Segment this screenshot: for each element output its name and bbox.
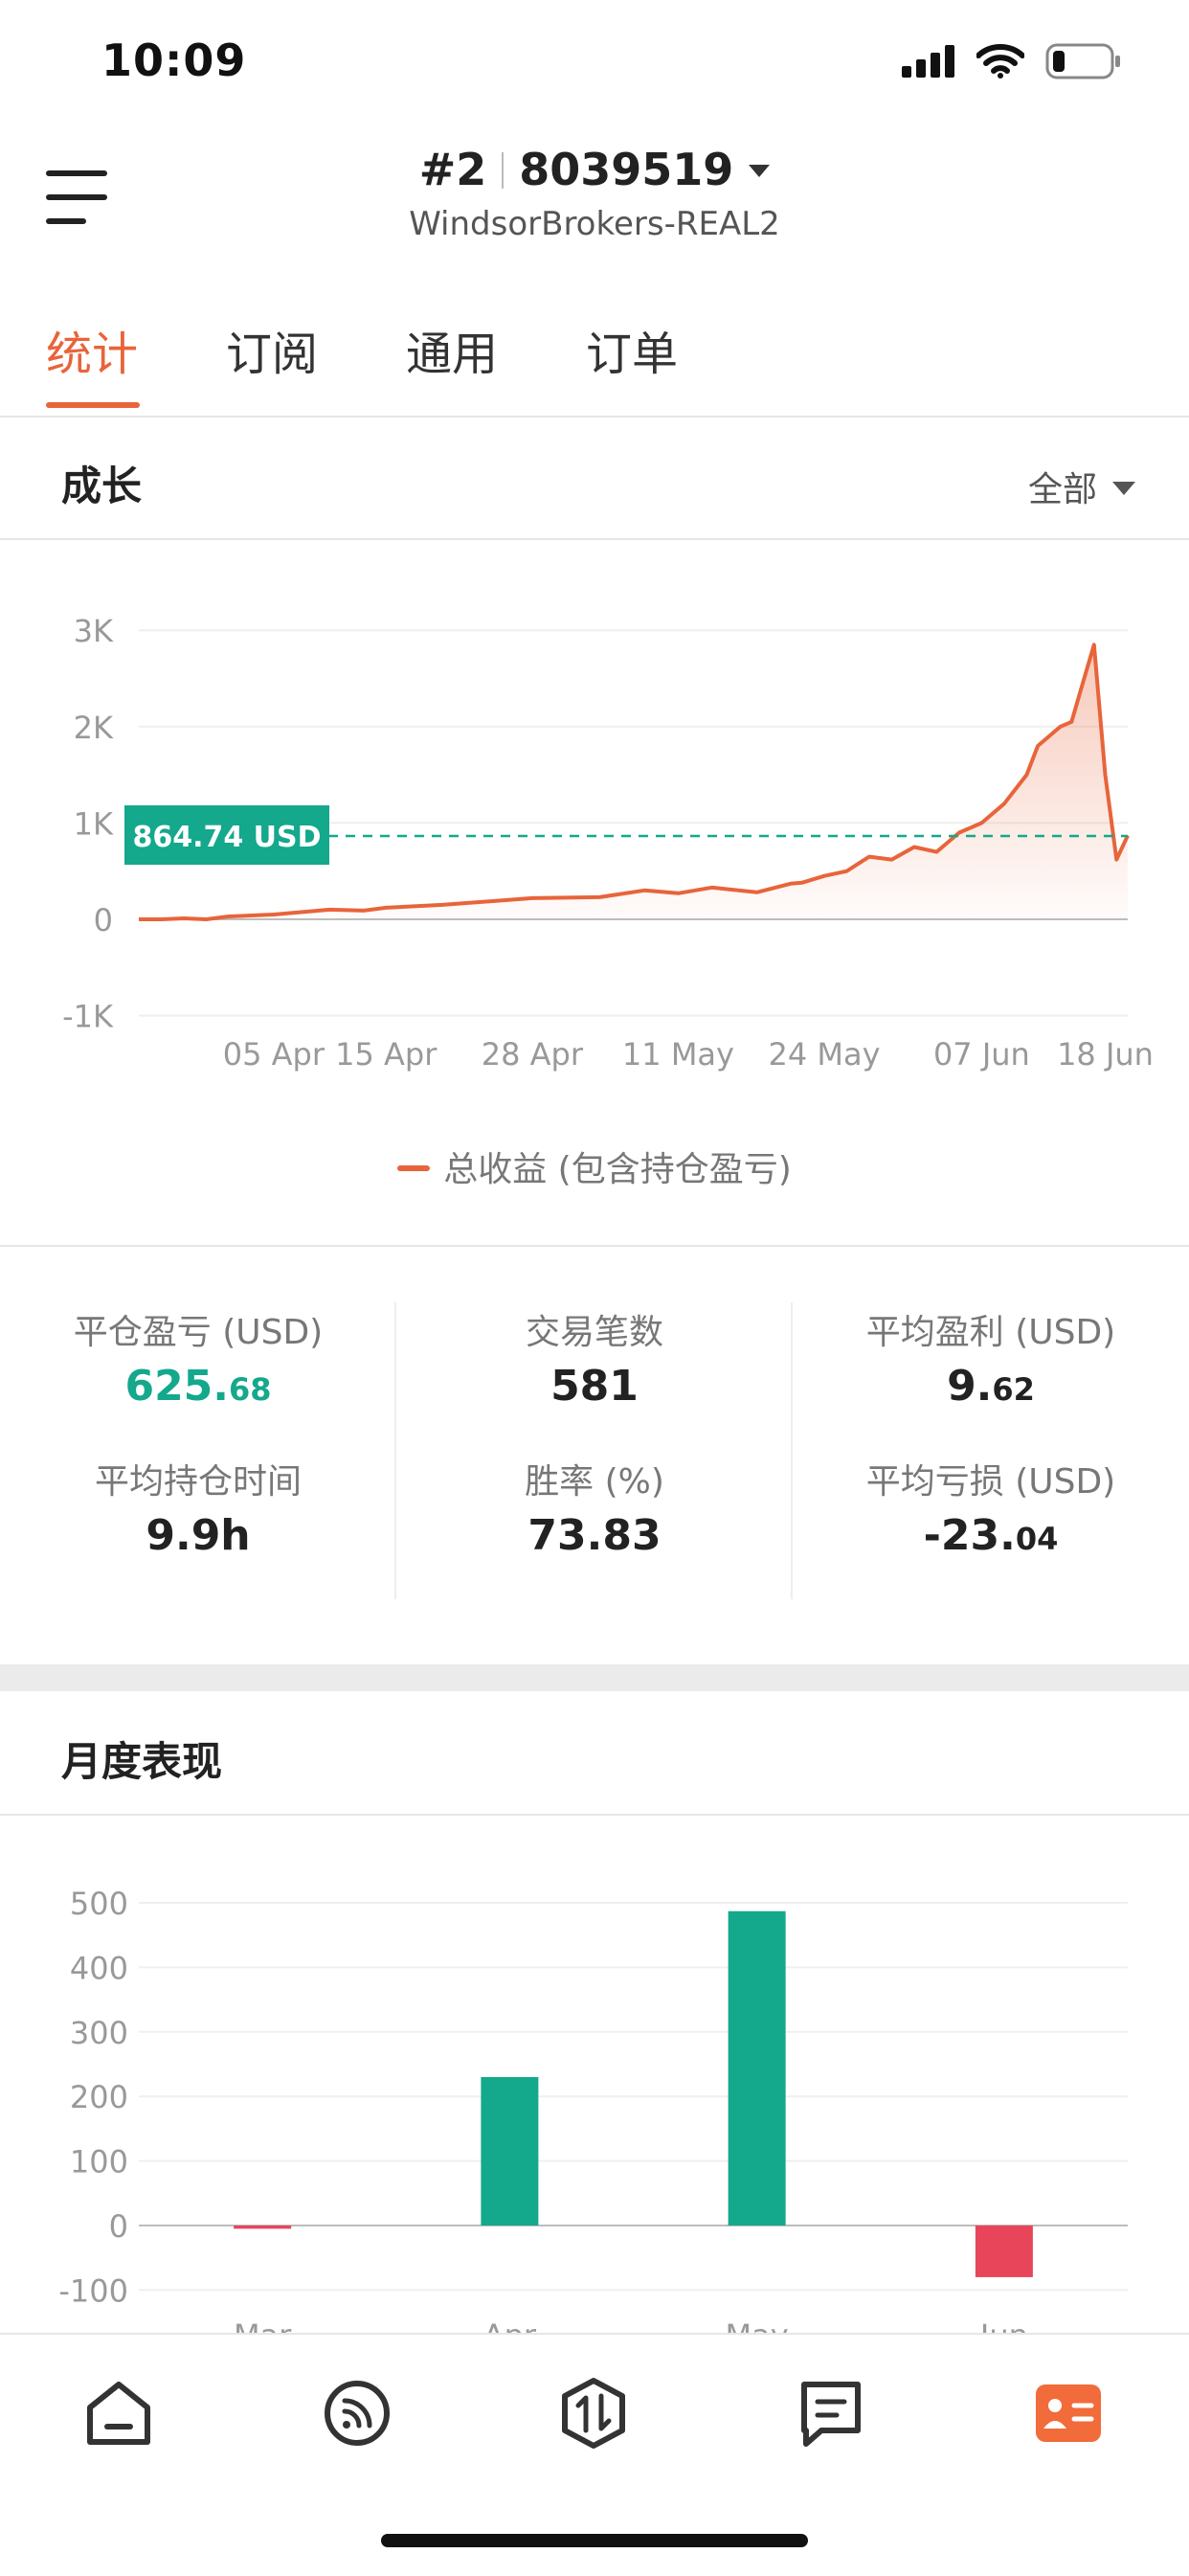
chevron-down-icon [749,165,771,177]
y-tick-label: -1K [62,999,114,1035]
y-tick-label: 500 [70,1886,128,1922]
monthly-title: 月度表现 [61,1738,223,1785]
y-tick-label: 0 [109,2208,128,2245]
bar [234,2226,292,2229]
home-icon [87,2382,150,2445]
legend-label: 总收益 (包含持仓盈亏) [443,1150,792,1189]
stat-value: 9.9h [146,1511,251,1560]
message-icon [801,2382,861,2447]
y-tick-label: 300 [70,2015,128,2051]
divider [394,1302,396,1599]
y-tick-label: 400 [70,1950,128,1986]
x-tick-label: 15 Apr [335,1036,437,1073]
x-tick-label: 28 Apr [482,1036,584,1073]
nav-trade[interactable] [555,2375,632,2452]
x-tick-label: 07 Jun [933,1036,1030,1073]
stat-avg-profit: 平均盈利 (USD) 9.62 [793,1304,1189,1411]
divider [0,538,1189,540]
stat-value: 581 [550,1362,639,1411]
x-tick-label: 11 May [622,1036,734,1073]
cellular-signal-icon [902,45,954,78]
y-tick-label: 3K [74,613,114,649]
stat-label: 平均亏损 (USD) [865,1462,1116,1502]
stat-value-dec: 62 [992,1371,1035,1408]
chevron-down-icon [1112,482,1135,495]
x-tick-label: 24 May [769,1036,881,1073]
stat-value-dec: 04 [1015,1521,1059,1557]
status-time: 10:09 [101,34,247,86]
x-tick-label: Jun [978,2317,1028,2333]
stat-value-int: 625. [124,1362,230,1411]
series-area [139,644,1128,919]
account-number: 8039519 [519,144,734,195]
y-tick-label: 0 [94,902,113,938]
bar [728,1910,786,2226]
y-tick-label: 1K [74,805,114,842]
tab-stats[interactable]: 统计 [46,316,138,383]
stat-win-rate: 胜率 (%) 73.83 [396,1454,793,1560]
active-tab-indicator [46,402,140,408]
home-indicator [381,2534,808,2547]
stat-value-int: -23. [923,1511,1016,1560]
stat-value: 625.68 [0,1362,396,1411]
tab-orders[interactable]: 订单 [586,316,678,383]
y-tick-label: 200 [70,2079,128,2115]
nav-profile[interactable] [1030,2375,1107,2452]
growth-title: 成长 [61,463,143,509]
stat-avg-loss: 平均亏损 (USD) -23.04 [793,1454,1189,1560]
range-dropdown[interactable]: 全部 [1028,462,1135,511]
growth-chart[interactable]: 3K 2K 1K 0 -1K 05 Apr 15 Apr 28 Apr 11 May 24 May… [0,575,1189,1096]
stat-value-int: 9. [947,1362,993,1411]
range-label: 全部 [1027,470,1097,509]
divider [0,1245,1189,1247]
growth-chart-svg: 3K 2K 1K 0 -1K 05 Apr 15 Apr 28 Apr 11 May 24 May… [62,613,1154,1073]
stat-label: 平均持仓时间 [94,1462,302,1502]
account-selector[interactable]: #2 8039519 [0,144,1189,195]
value-badge-label: 864.74 USD [132,821,321,854]
stat-label: 平仓盈亏 (USD) [73,1313,324,1352]
x-tick-label: 18 Jun [1057,1036,1154,1073]
growth-legend: 总收益 (包含持仓盈亏) [0,1141,1189,1191]
nav-messages[interactable] [793,2375,869,2452]
divider [791,1302,793,1599]
monthly-chart[interactable]: 500 400 300 200 100 0 -100 Mar Apr May Jun [0,1819,1189,2333]
bar [975,2226,1033,2277]
bar [481,2076,539,2226]
x-tick-label: Apr [483,2317,537,2333]
stat-closed-pnl: 平仓盈亏 (USD) 625.68 [0,1304,396,1411]
stat-trades: 交易笔数 581 [396,1304,793,1411]
profile-card-icon [1036,2384,1101,2442]
trade-icon [562,2378,625,2449]
stat-label: 平均盈利 (USD) [865,1313,1116,1352]
stat-value-dec: 68 [229,1371,272,1408]
account-server: WindsorBrokers-REAL2 [409,205,780,243]
tab-subscribe[interactable]: 订阅 [226,316,318,383]
section-separator [0,1664,1189,1691]
divider [0,1814,1189,1816]
stat-value: 73.83 [527,1511,662,1560]
y-tick-label: 100 [70,2144,128,2181]
nav-home[interactable] [80,2375,157,2452]
feed-icon [325,2381,390,2446]
account-index: #2 [418,144,487,195]
y-tick-label: -100 [58,2272,128,2309]
battery-icon [1045,43,1120,79]
wifi-icon [976,44,1024,79]
x-tick-label: May [726,2317,789,2333]
tab-general[interactable]: 通用 [406,316,498,383]
stat-avg-hold: 平均持仓时间 9.9h [0,1454,396,1560]
stat-label: 交易笔数 [525,1313,663,1352]
stat-label: 胜率 (%) [525,1462,664,1502]
x-tick-label: 05 Apr [223,1036,325,1073]
x-tick-label: Mar [234,2317,292,2333]
status-icons [902,42,1122,80]
stat-value: -23.04 [793,1511,1189,1560]
y-tick-label: 2K [74,710,114,746]
stat-value: 9.62 [793,1362,1189,1411]
nav-feed[interactable] [319,2375,395,2452]
legend-swatch [397,1165,431,1171]
